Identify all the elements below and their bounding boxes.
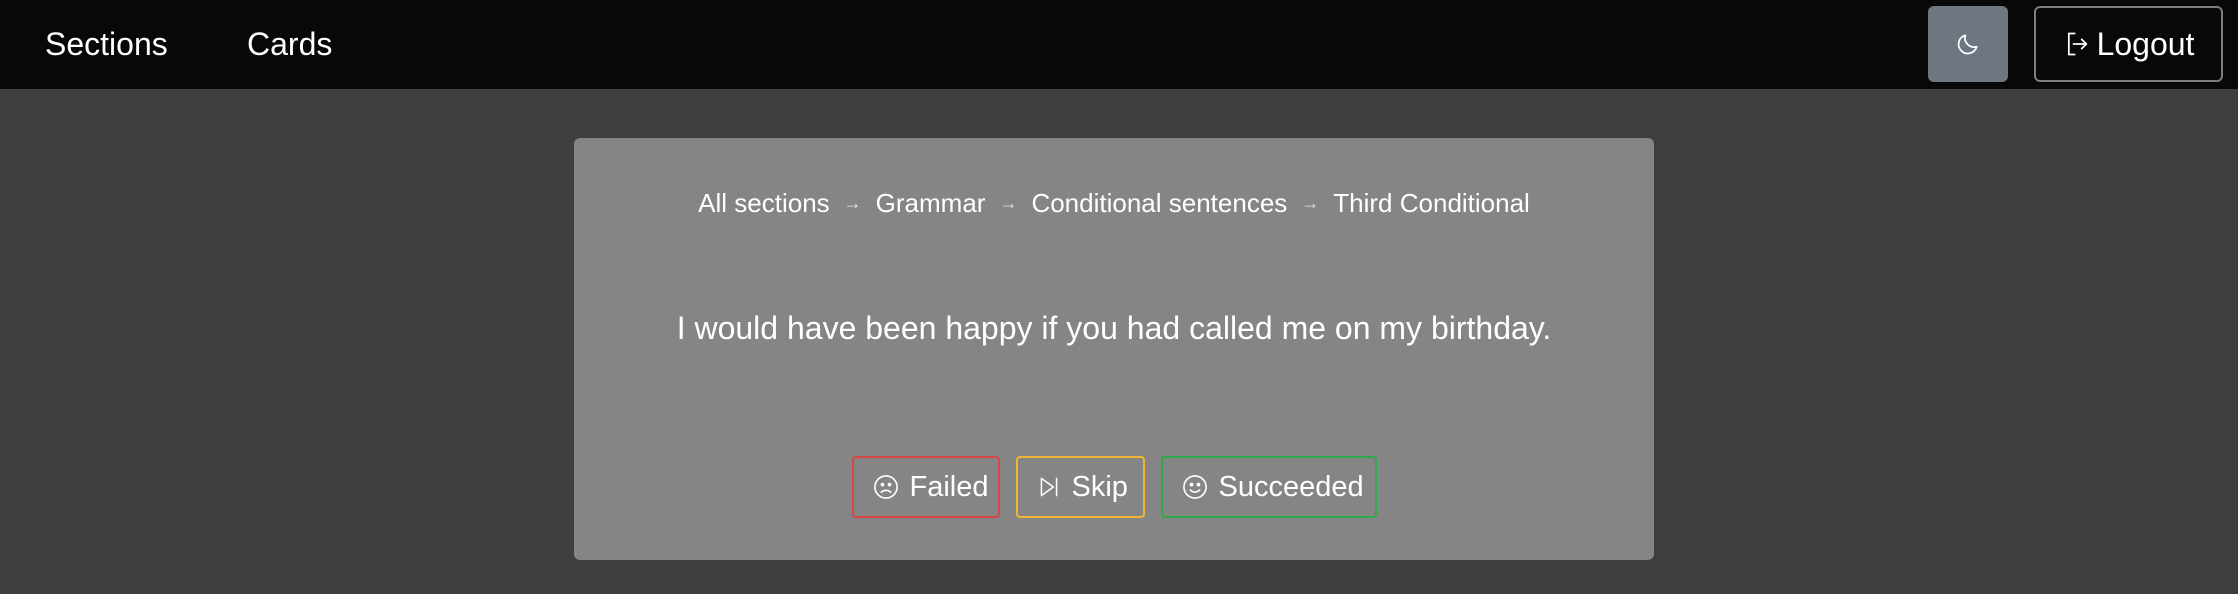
skip-button[interactable]: Skip: [1015, 456, 1145, 518]
smile-icon: [1181, 473, 1209, 501]
logout-label: Logout: [2096, 25, 2195, 62]
succeeded-button[interactable]: Succeeded: [1160, 456, 1377, 518]
flash-card: All sections → Grammar → Conditional sen…: [574, 138, 1654, 560]
breadcrumb-item-grammar[interactable]: Grammar: [876, 188, 986, 219]
frown-icon: [872, 473, 900, 501]
nav-link-sections[interactable]: Sections: [45, 0, 168, 89]
breadcrumb-item-conditional-sentences[interactable]: Conditional sentences: [1031, 188, 1287, 219]
breadcrumb-item-third-conditional[interactable]: Third Conditional: [1333, 188, 1530, 219]
top-navbar: Sections Cards Logout: [0, 0, 2238, 89]
card-sentence: I would have been happy if you had calle…: [676, 310, 1552, 346]
moon-icon: [1955, 31, 1981, 57]
failed-label: Failed: [909, 470, 989, 503]
skip-forward-icon: [1036, 474, 1062, 500]
failed-button[interactable]: Failed: [851, 456, 1000, 518]
arrow-right-icon: →: [1301, 193, 1320, 213]
logout-button[interactable]: Logout: [2034, 6, 2223, 82]
succeeded-label: Succeeded: [1218, 470, 1364, 503]
breadcrumb-item-all-sections[interactable]: All sections: [698, 188, 830, 219]
breadcrumb: All sections → Grammar → Conditional sen…: [574, 188, 1654, 219]
nav-link-cards[interactable]: Cards: [247, 0, 332, 89]
arrow-right-icon: →: [843, 193, 862, 213]
arrow-right-icon: →: [999, 193, 1018, 213]
logout-icon: [2063, 30, 2091, 58]
theme-toggle-button[interactable]: [1928, 6, 2008, 82]
skip-label: Skip: [1071, 470, 1128, 503]
card-actions: Failed Skip Succeeded: [574, 456, 1654, 518]
